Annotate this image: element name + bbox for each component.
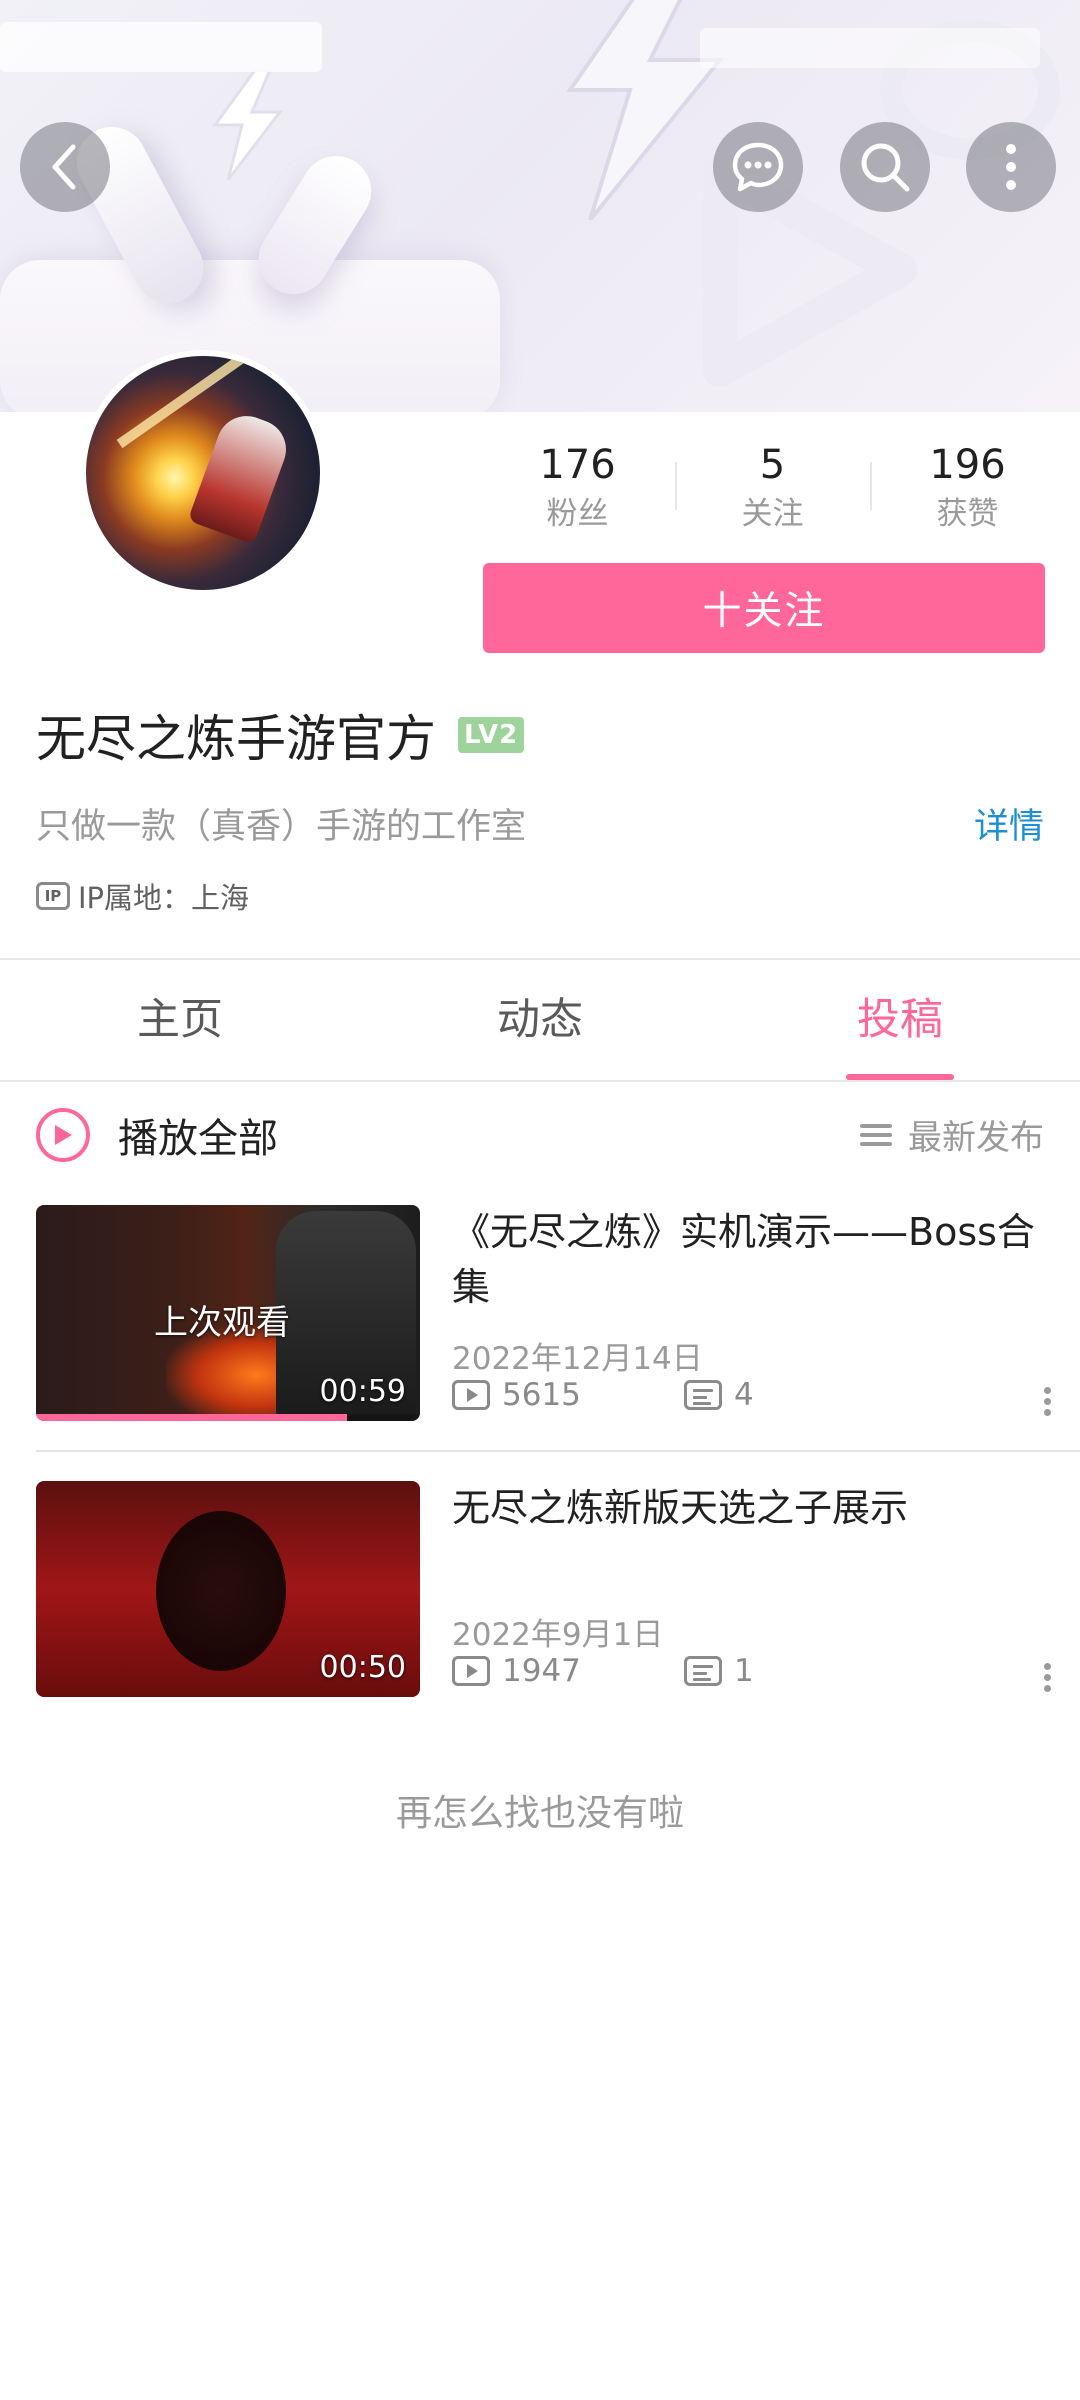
- stat-label: 关注: [741, 496, 804, 532]
- play-circle-icon: [36, 1108, 90, 1162]
- video-title[interactable]: 无尽之炼新版天选之子展示: [452, 1481, 1072, 1536]
- video-meta: 5615 4: [452, 1377, 754, 1413]
- avatar[interactable]: [80, 350, 326, 596]
- play-all-label: 播放全部: [118, 1116, 278, 1162]
- video-item[interactable]: 00:50 无尽之炼新版天选之子展示 2022年9月1日 1947 1: [36, 1481, 1080, 1701]
- video-duration: 00:59: [319, 1374, 406, 1409]
- video-danmaku: 4: [684, 1377, 754, 1413]
- stat-following[interactable]: 5 关注: [675, 438, 870, 538]
- video-views: 1947: [452, 1653, 684, 1689]
- search-button[interactable]: [840, 122, 930, 212]
- danmaku-icon: [684, 1380, 722, 1410]
- avatar-art-figure: [187, 407, 295, 545]
- sort-button[interactable]: 最新发布: [860, 1110, 1044, 1159]
- search-icon: [861, 143, 910, 192]
- tab-home[interactable]: 主页: [0, 960, 360, 1080]
- ip-location-text: IP属地：上海: [78, 881, 250, 915]
- chat-bubble-icon: [732, 142, 784, 192]
- status-bar-area: [0, 22, 322, 72]
- video-views-count: 5615: [502, 1377, 581, 1413]
- follow-button-label: 十关注: [702, 589, 826, 634]
- stat-likes[interactable]: 196 获赞: [870, 438, 1065, 538]
- video-views-count: 1947: [502, 1653, 581, 1689]
- video-thumbnail[interactable]: 上次观看 00:59: [36, 1205, 420, 1421]
- video-info: 无尽之炼新版天选之子展示 2022年9月1日 1947 1: [452, 1481, 1072, 1701]
- video-danmaku: 1: [684, 1653, 754, 1689]
- danmaku-icon: [684, 1656, 722, 1686]
- play-count-icon: [452, 1656, 490, 1686]
- video-more-icon[interactable]: [1044, 1659, 1054, 1696]
- detail-link[interactable]: 详情: [974, 798, 1044, 849]
- video-title[interactable]: 《无尽之炼》实机演示——Boss合集: [452, 1205, 1072, 1315]
- video-date: 2022年12月14日: [452, 1341, 703, 1377]
- level-badge: LV2: [458, 717, 525, 753]
- more-vertical-icon: [1006, 144, 1016, 190]
- stat-value: 196: [929, 442, 1006, 488]
- divider: [0, 1080, 1080, 1082]
- sort-lines-icon: [860, 1119, 892, 1151]
- profile-banner: [0, 0, 1080, 412]
- status-bar-area: [700, 28, 1040, 68]
- video-views: 5615: [452, 1377, 684, 1413]
- follow-button[interactable]: 十关注: [483, 563, 1045, 653]
- video-danmaku-count: 4: [734, 1377, 754, 1413]
- profile-tabs: 主页 动态 投稿: [0, 960, 1080, 1080]
- divider: [36, 1450, 1080, 1452]
- video-duration: 00:50: [319, 1650, 406, 1685]
- profile-name-row: 无尽之炼手游官方 LV2: [36, 700, 525, 770]
- profile-signature: 只做一款（真香）手游的工作室: [36, 807, 527, 847]
- back-button[interactable]: [20, 122, 110, 212]
- more-button[interactable]: [966, 122, 1056, 212]
- stat-label: 粉丝: [546, 496, 609, 532]
- stat-followers[interactable]: 176 粉丝: [480, 438, 675, 538]
- video-info: 《无尽之炼》实机演示——Boss合集 2022年12月14日 5615 4: [452, 1205, 1072, 1425]
- video-thumbnail[interactable]: 00:50: [36, 1481, 420, 1697]
- video-item[interactable]: 上次观看 00:59 《无尽之炼》实机演示——Boss合集 2022年12月14…: [36, 1205, 1080, 1425]
- video-meta: 1947 1: [452, 1653, 754, 1689]
- ip-location: IP IP属地：上海: [36, 875, 249, 917]
- back-arrow-icon: [52, 144, 76, 190]
- video-date: 2022年9月1日: [452, 1617, 664, 1653]
- stat-value: 5: [759, 442, 786, 488]
- play-all-button[interactable]: 播放全部: [36, 1104, 278, 1166]
- sort-label: 最新发布: [908, 1118, 1044, 1158]
- tab-uploads[interactable]: 投稿: [720, 960, 1080, 1080]
- tab-dynamic[interactable]: 动态: [360, 960, 720, 1080]
- end-of-list-text: 再怎么找也没有啦: [395, 1793, 684, 1834]
- video-more-icon[interactable]: [1044, 1383, 1054, 1420]
- profile-name: 无尽之炼手游官方: [36, 710, 436, 768]
- thumbnail-art-figure: [156, 1511, 286, 1671]
- banner-bolt-shape: [212, 70, 284, 180]
- stat-value: 176: [539, 442, 616, 488]
- message-button[interactable]: [713, 122, 803, 212]
- play-count-icon: [452, 1380, 490, 1410]
- ip-icon: IP: [36, 882, 70, 910]
- stat-label: 获赞: [936, 496, 999, 532]
- watch-progress-fill: [36, 1414, 348, 1421]
- video-danmaku-count: 1: [734, 1653, 754, 1689]
- profile-stats: 176 粉丝 5 关注 196 获赞: [480, 438, 1080, 538]
- last-watched-label: 上次观看: [154, 1303, 290, 1343]
- watch-progress-bar: [36, 1414, 420, 1421]
